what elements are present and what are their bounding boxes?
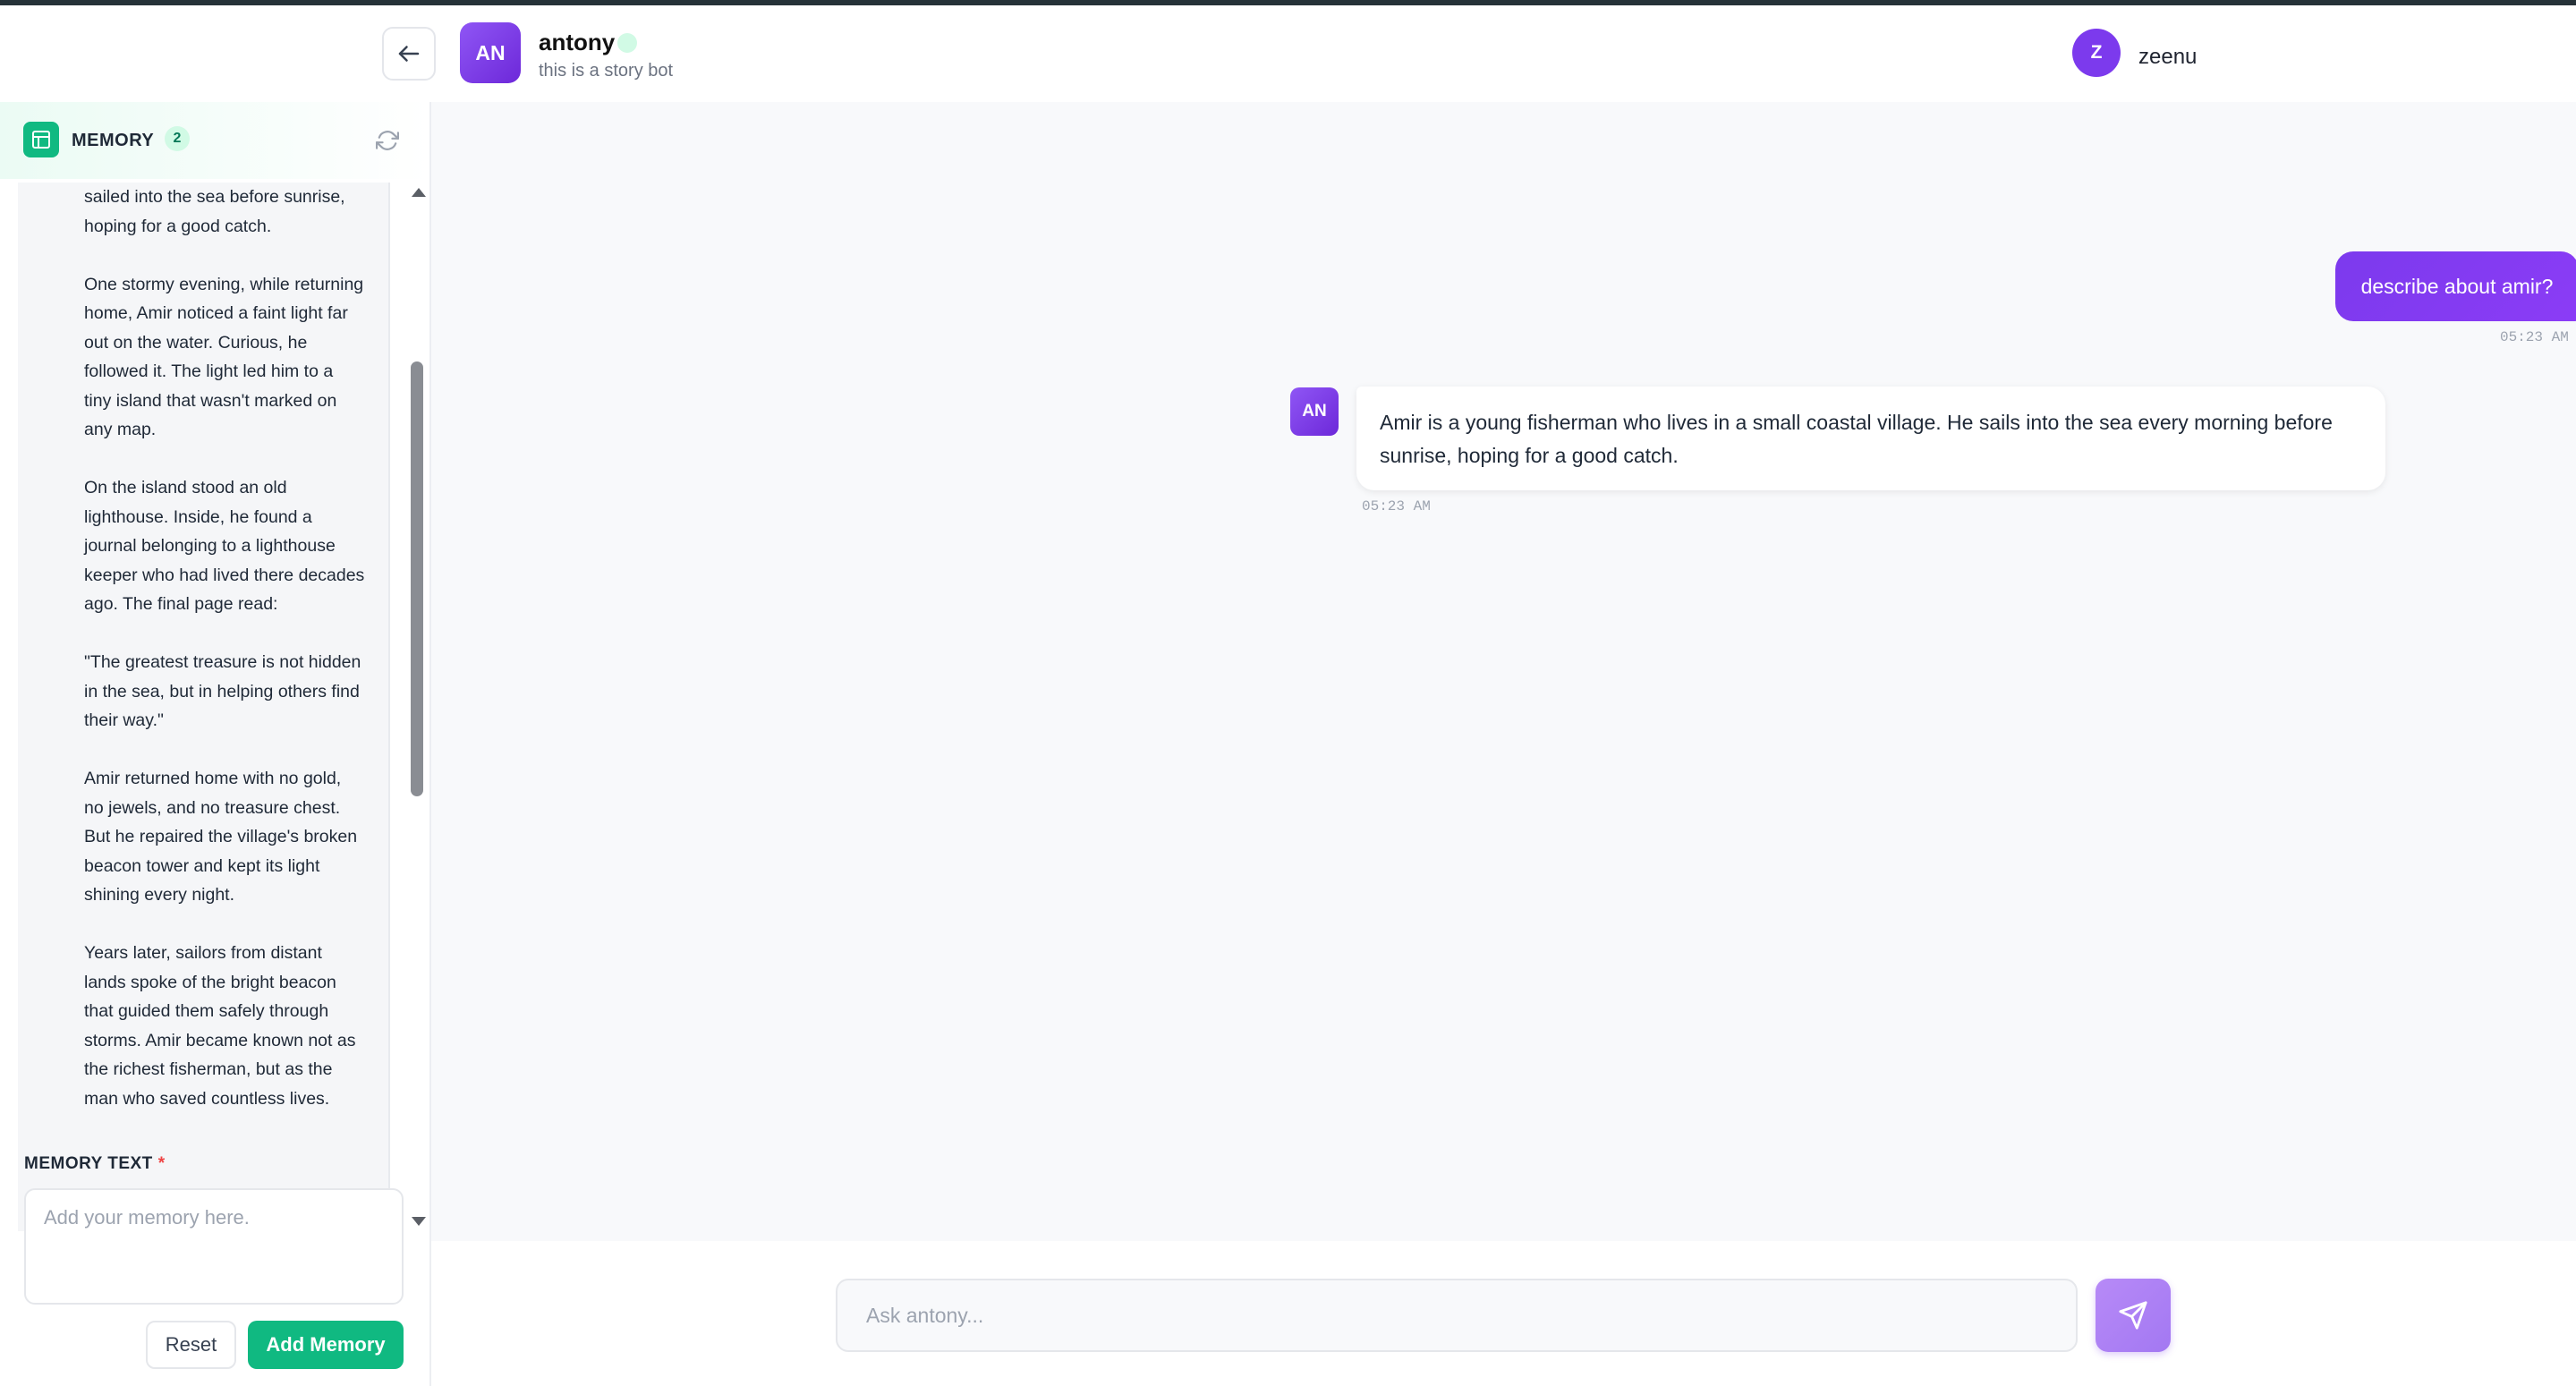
- bot-description: this is a story bot: [539, 61, 674, 81]
- bot-message-time: 05:23 AM: [1362, 498, 1431, 514]
- memory-text-label-text: MEMORY TEXT: [24, 1154, 153, 1173]
- memory-text-label: MEMORY TEXT *: [24, 1154, 166, 1174]
- reset-button[interactable]: Reset: [146, 1321, 236, 1369]
- bot-name: antony: [539, 29, 616, 55]
- arrow-left-icon: [398, 46, 420, 62]
- user-message-time: 05:23 AM: [2500, 329, 2569, 345]
- back-button[interactable]: [382, 27, 436, 81]
- memory-textarea[interactable]: [24, 1188, 404, 1305]
- bot-avatar: AN: [460, 22, 521, 83]
- send-button[interactable]: [2096, 1279, 2171, 1352]
- memory-item-text: sailed into the sea before sunrise, hopi…: [84, 187, 365, 1109]
- user-avatar[interactable]: Z: [2072, 29, 2121, 77]
- scroll-down-arrow-icon[interactable]: [412, 1217, 426, 1226]
- bot-message-bubble: Amir is a young fisherman who lives in a…: [1356, 387, 2385, 490]
- send-icon: [2119, 1301, 2147, 1330]
- bot-message-avatar: AN: [1290, 387, 1339, 436]
- chat-input[interactable]: [836, 1279, 2078, 1352]
- add-memory-button[interactable]: Add Memory: [248, 1321, 404, 1369]
- user-name[interactable]: zeenu: [2138, 45, 2197, 70]
- user-message-bubble: describe about amir?: [2335, 251, 2576, 321]
- refresh-icon[interactable]: [376, 129, 399, 152]
- memory-list[interactable]: sailed into the sea before sunrise, hopi…: [18, 183, 390, 1231]
- chat-area: describe about amir? 05:23 AM AN Amir is…: [431, 102, 2576, 1241]
- memory-header: MEMORY 2: [0, 102, 429, 179]
- memory-sidebar: MEMORY 2 sailed into the sea before sunr…: [0, 102, 431, 1386]
- memory-scrollbar[interactable]: [408, 183, 426, 1231]
- online-status-dot: [617, 33, 637, 53]
- table-icon: [23, 122, 59, 157]
- scrollbar-thumb[interactable]: [411, 361, 423, 796]
- chat-header: AN antony this is a story bot Z zeenu: [0, 5, 2576, 104]
- required-mark: *: [157, 1154, 166, 1173]
- scroll-up-arrow-icon[interactable]: [412, 188, 426, 197]
- memory-title: MEMORY: [72, 131, 155, 150]
- memory-count-badge: 2: [165, 126, 190, 151]
